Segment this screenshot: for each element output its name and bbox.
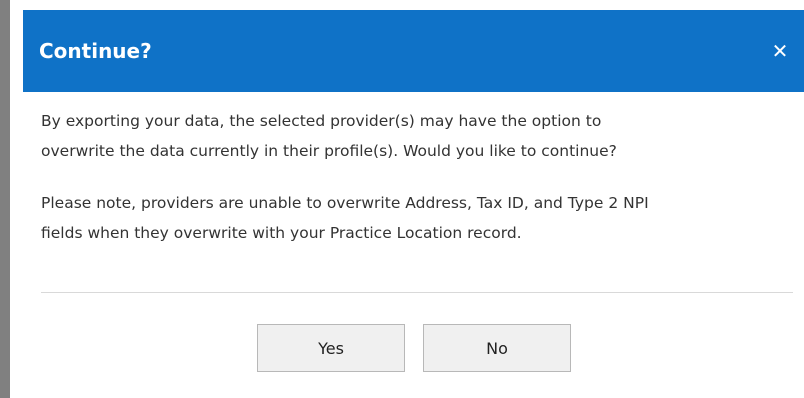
continue-dialog: Continue? ✕ By exporting your data, the …	[23, 10, 804, 398]
no-button[interactable]: No	[423, 324, 571, 372]
dialog-header: Continue? ✕	[23, 10, 804, 92]
overwrite-note-message: Please note, providers are unable to ove…	[41, 188, 781, 248]
close-button[interactable]: ✕	[766, 37, 794, 65]
yes-button[interactable]: Yes	[257, 324, 405, 372]
overwrite-note-line-1: Please note, providers are unable to ove…	[41, 194, 649, 212]
dialog-body: By exporting your data, the selected pro…	[41, 106, 781, 270]
dialog-divider	[41, 292, 793, 293]
dialog-title: Continue?	[39, 39, 152, 63]
export-warning-line-1: By exporting your data, the selected pro…	[41, 112, 602, 130]
export-warning-message: By exporting your data, the selected pro…	[41, 106, 781, 166]
close-icon: ✕	[771, 39, 789, 63]
export-warning-line-2: overwrite the data currently in their pr…	[41, 142, 617, 160]
overwrite-note-line-2: fields when they overwrite with your Pra…	[41, 224, 522, 242]
background-overlay-edge	[0, 0, 10, 398]
screen: Continue? ✕ By exporting your data, the …	[0, 0, 804, 398]
